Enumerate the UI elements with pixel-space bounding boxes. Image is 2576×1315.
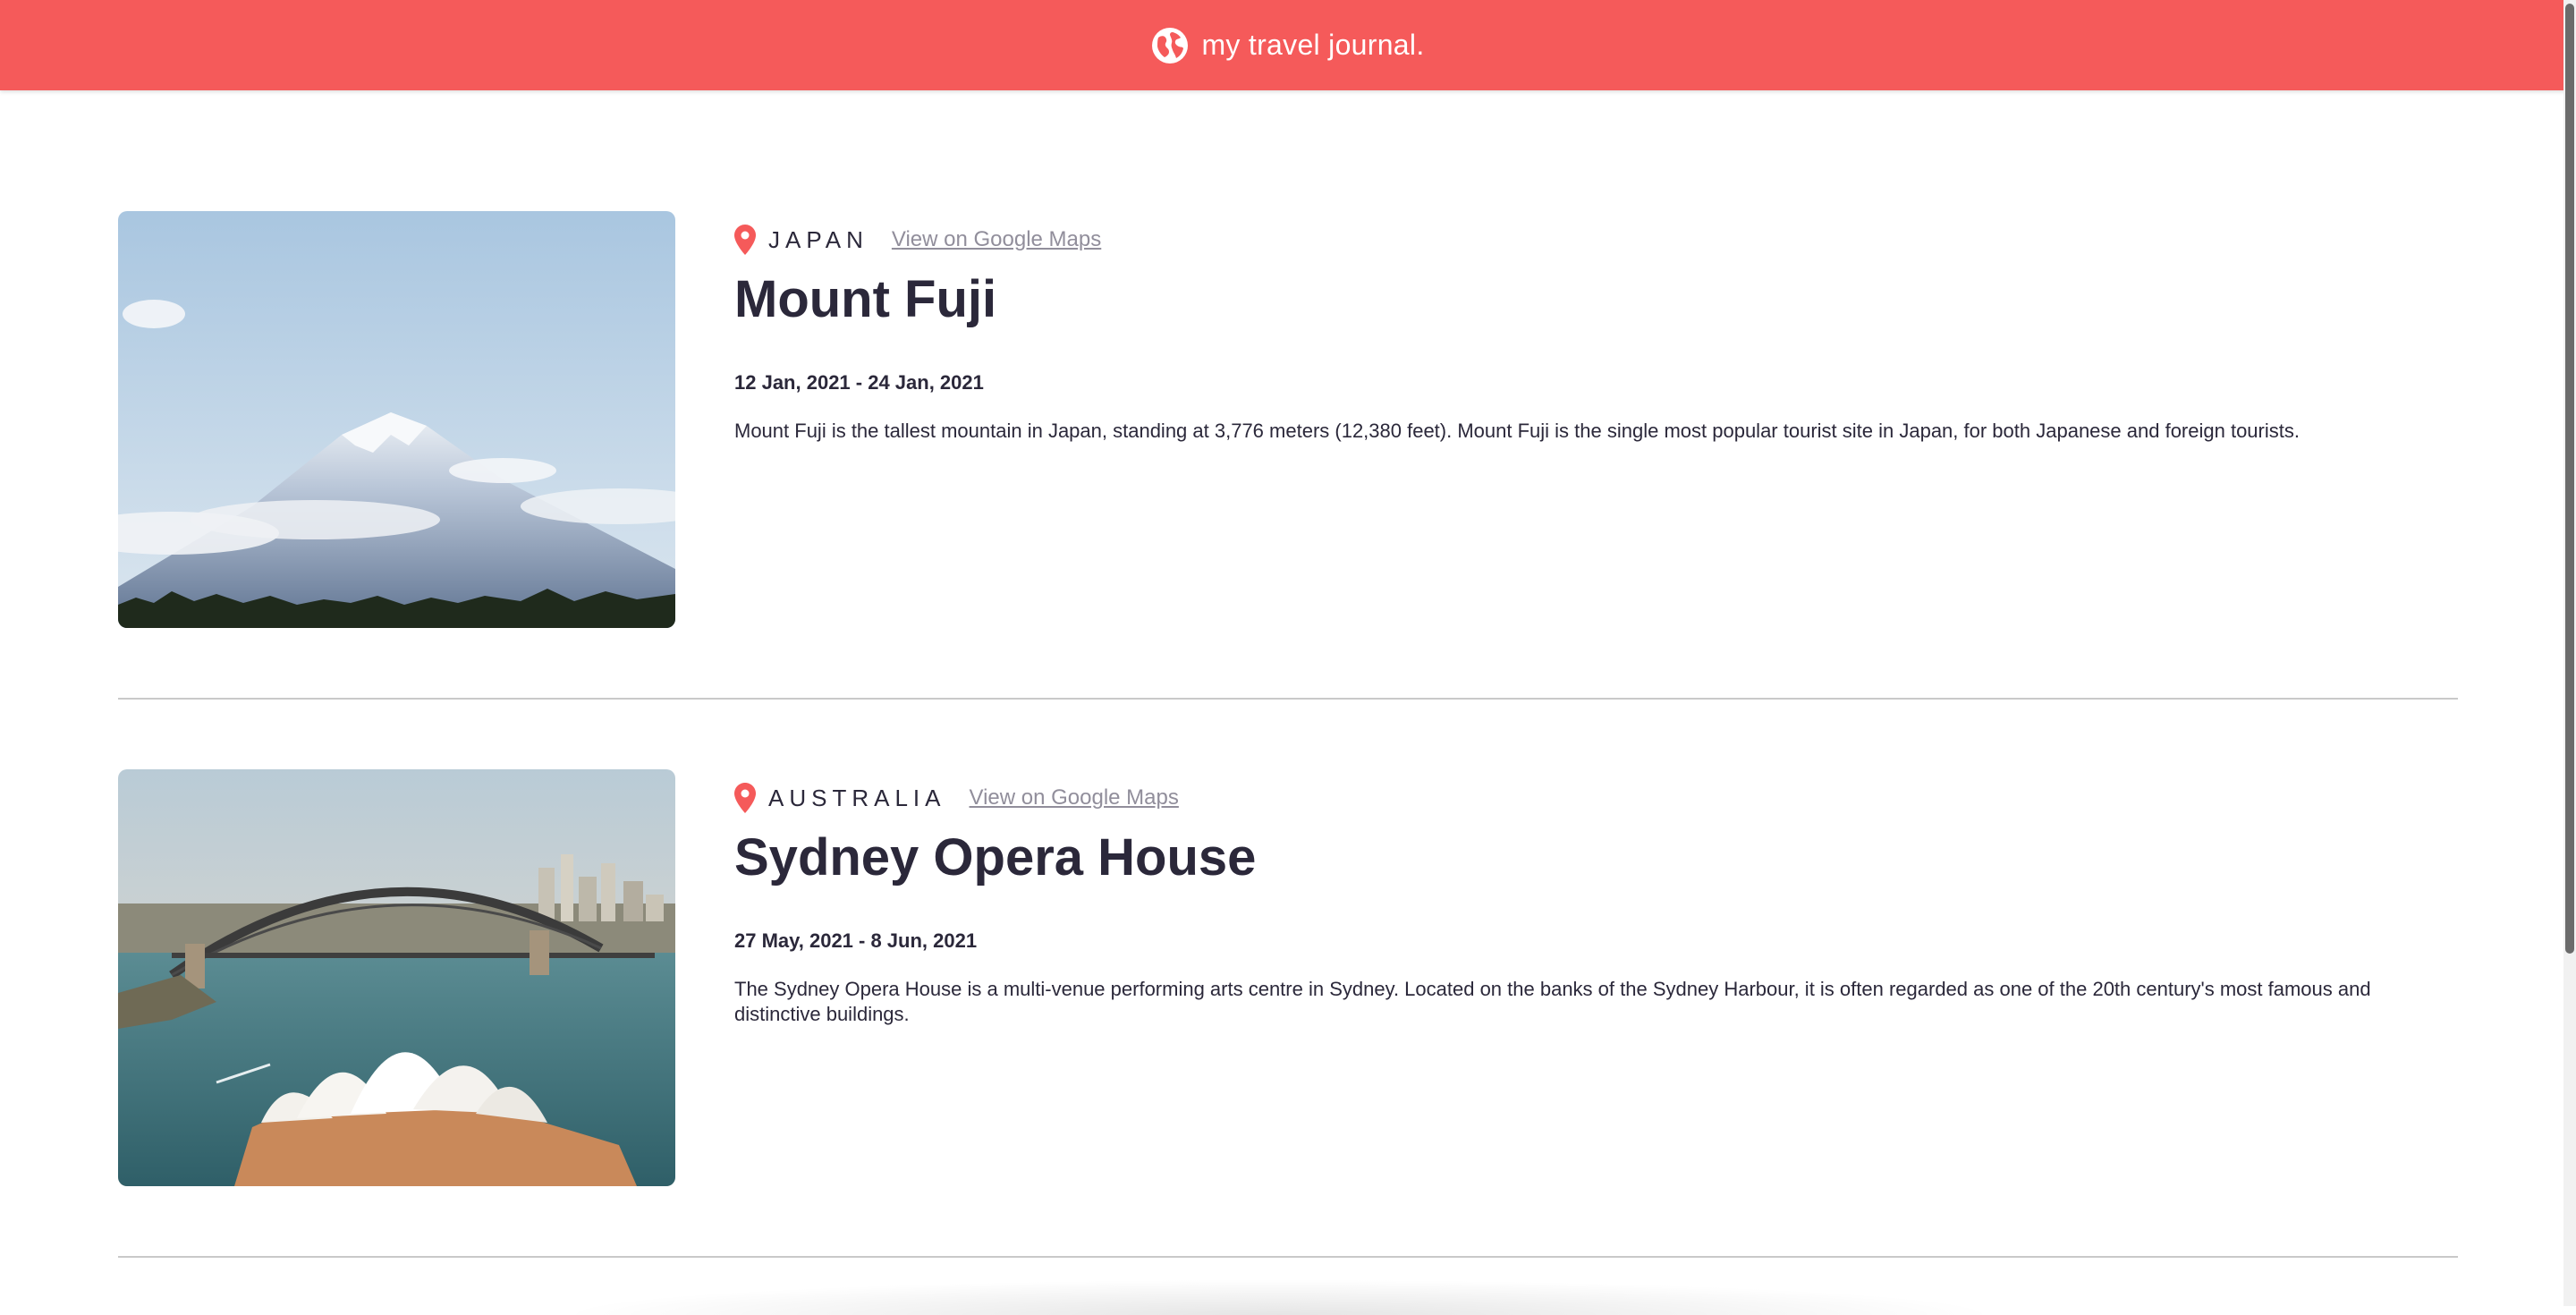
- brand[interactable]: my travel journal.: [1151, 27, 1424, 64]
- entry-title: Mount Fuji: [734, 270, 997, 328]
- globe-icon: [1152, 27, 1189, 64]
- scrollbar[interactable]: [2563, 0, 2576, 1306]
- sydney-opera-house-image: [118, 769, 675, 1186]
- country-label: AUSTRALIA: [768, 784, 946, 811]
- location-pin-icon: [734, 783, 756, 813]
- google-maps-link[interactable]: View on Google Maps: [970, 785, 1179, 810]
- entry-title: Sydney Opera House: [734, 828, 1257, 887]
- location-row: JAPAN View on Google Maps: [734, 211, 2458, 268]
- entry-description: Mount Fuji is the tallest mountain in Ja…: [734, 420, 2300, 442]
- entry-dates: 27 May, 2021 - 8 Jun, 2021: [734, 929, 978, 952]
- journal-entry: JAPAN View on Google Maps Mount Fuji 12 …: [118, 211, 2458, 628]
- sydney-opera-house-photo: [118, 769, 675, 1186]
- brand-title: my travel journal.: [1201, 29, 1425, 61]
- country-label: JAPAN: [768, 225, 869, 253]
- top-navbar: my travel journal.: [0, 0, 2576, 90]
- entry-details: JAPAN View on Google Maps Mount Fuji 12 …: [734, 211, 2458, 463]
- location-pin-icon: [734, 225, 756, 255]
- scrollbar-thumb[interactable]: [2565, 4, 2574, 954]
- entry-divider: [118, 698, 2458, 700]
- mount-fuji-photo: [118, 211, 675, 628]
- journal-list: JAPAN View on Google Maps Mount Fuji 12 …: [0, 90, 2563, 1306]
- entry-dates: 12 Jan, 2021 - 24 Jan, 2021: [734, 371, 984, 394]
- mount-fuji-image: [118, 211, 675, 628]
- entry-divider: [118, 1256, 2458, 1258]
- next-entry-shadow: [555, 1279, 2004, 1315]
- journal-entry: AUSTRALIA View on Google Maps Sydney Ope…: [118, 769, 2458, 1186]
- location-row: AUSTRALIA View on Google Maps: [734, 769, 2458, 827]
- entry-description: The Sydney Opera House is a multi-venue …: [734, 978, 2371, 1025]
- google-maps-link[interactable]: View on Google Maps: [892, 227, 1101, 252]
- entry-details: AUSTRALIA View on Google Maps Sydney Ope…: [734, 769, 2458, 1047]
